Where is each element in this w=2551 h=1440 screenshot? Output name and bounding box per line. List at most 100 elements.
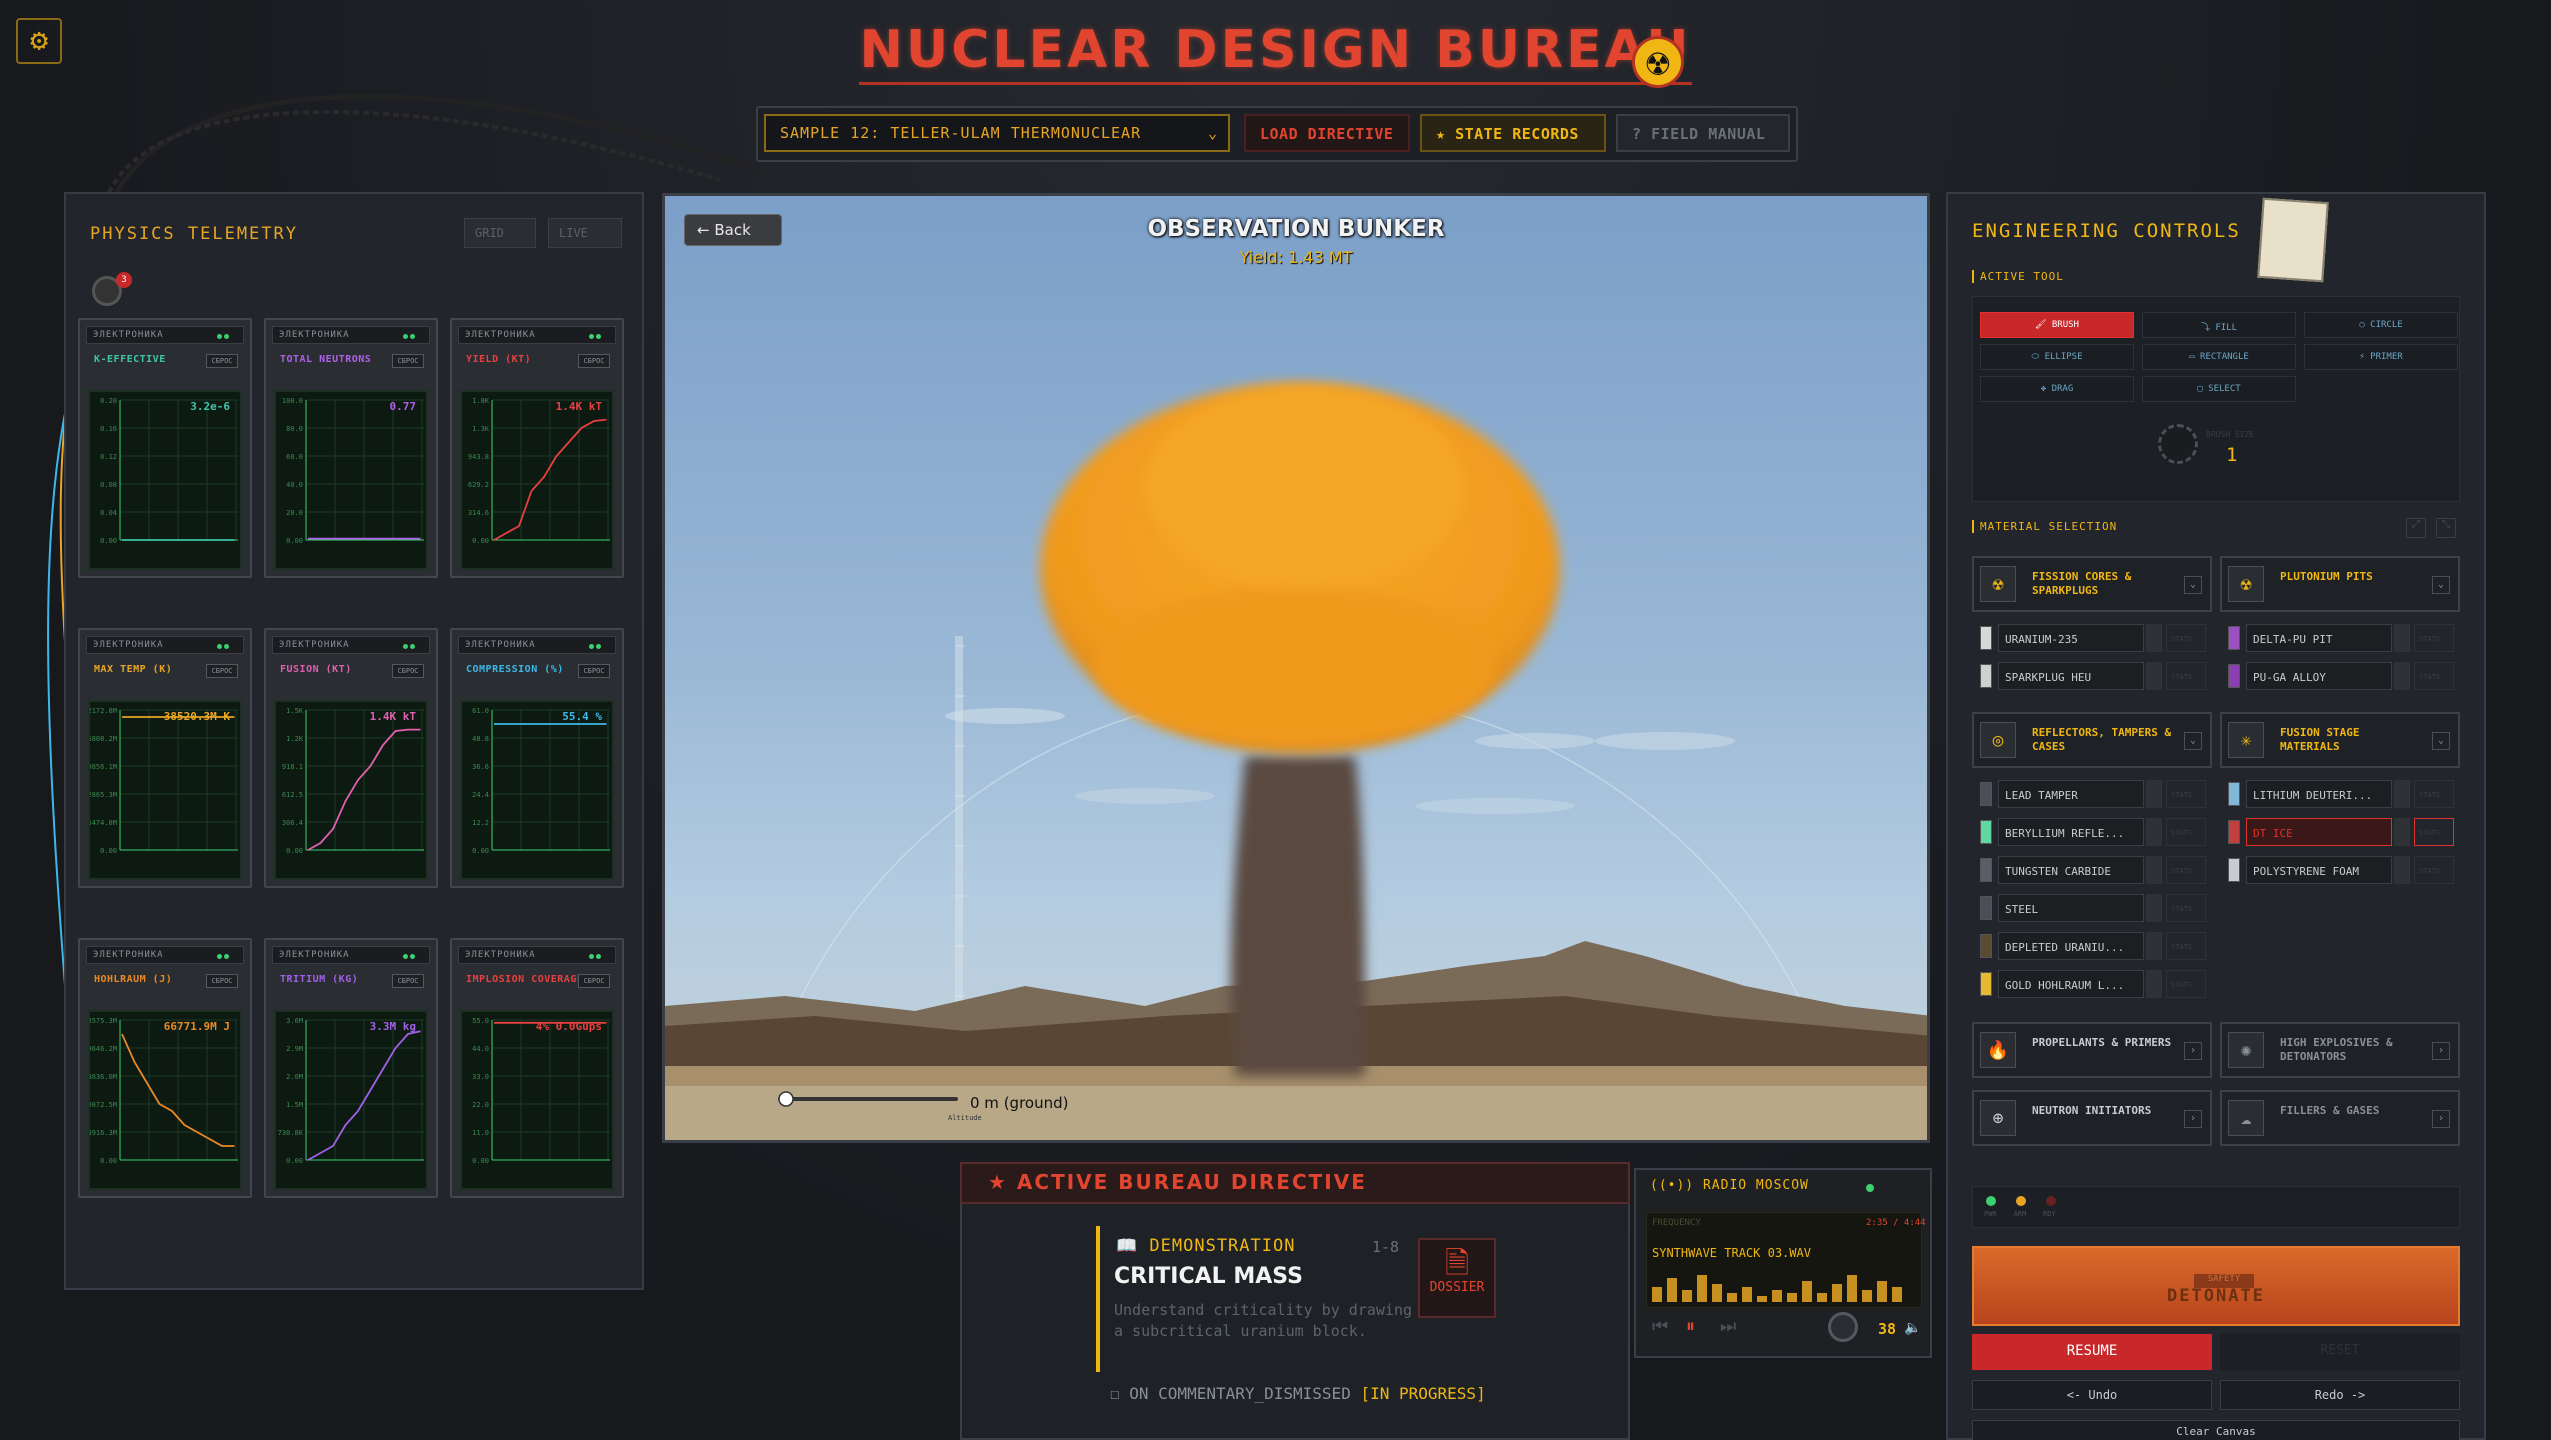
- telemetry-title: PHYSICS TELEMETRY: [90, 224, 298, 244]
- card-clear-button[interactable]: СБРОС: [578, 974, 610, 988]
- category-initiators[interactable]: ⊕ NEUTRON INITIATORS ›: [1972, 1090, 2212, 1146]
- material-item[interactable]: DT ICE STATS: [2220, 814, 2460, 848]
- chevron-icon[interactable]: ⌄: [2184, 576, 2202, 594]
- material-toggle[interactable]: [2146, 970, 2162, 998]
- chevron-icon[interactable]: ›: [2184, 1110, 2202, 1128]
- material-toggle[interactable]: [2146, 856, 2162, 884]
- telemetry-card: ЭЛЕКТРОНИКА TOTAL NEUTRONS СБРОС 100.0 80.0 6…: [264, 318, 438, 578]
- volume-value: 38: [1878, 1320, 1897, 1338]
- redo-button[interactable]: Redo ->: [2220, 1380, 2460, 1410]
- category-plutonium[interactable]: ☢ PLUTONIUM PITS ⌄: [2220, 556, 2460, 612]
- card-label: TOTAL NEUTRONS: [280, 354, 372, 365]
- resume-button[interactable]: RESUME: [1972, 1334, 2212, 1370]
- category-fusion[interactable]: ✳ FUSION STAGE MATERIALS ⌄: [2220, 712, 2460, 768]
- volume-knob[interactable]: [1828, 1312, 1858, 1342]
- material-item[interactable]: DEPLETED URANIU... STATS: [1972, 928, 2212, 962]
- material-toggle[interactable]: [2146, 894, 2162, 922]
- card-clear-button[interactable]: СБРОС: [206, 354, 238, 368]
- card-plot: 3.6M 2.9M 2.0M 1.5M 730.8K 0.00: [278, 1017, 424, 1165]
- category-explosives[interactable]: ✺ HIGH EXPLOSIVES & DETONATORS ›: [2220, 1022, 2460, 1078]
- chevron-icon[interactable]: ⌄: [2184, 732, 2202, 750]
- brush-size-knob[interactable]: [2158, 424, 2198, 464]
- explosion-scene: [665, 383, 1927, 1140]
- card-clear-button[interactable]: СБРОС: [206, 974, 238, 988]
- material-item[interactable]: GOLD HOHLRAUM L... STATS: [1972, 966, 2212, 1000]
- category-reflectors[interactable]: ◎ REFLECTORS, TAMPERS & CASES ⌄: [1972, 712, 2212, 768]
- speaker-icon[interactable]: 🔈: [1904, 1320, 1921, 1336]
- material-toggle[interactable]: [2146, 780, 2162, 808]
- tool-fill[interactable]: ⤵ FILL: [2142, 312, 2296, 338]
- material-toggle[interactable]: [2394, 662, 2410, 690]
- tool-select[interactable]: ▢ SELECT: [2142, 376, 2296, 402]
- clear-canvas-button[interactable]: Clear Canvas: [1972, 1420, 2460, 1440]
- eq-bar: [1877, 1281, 1887, 1302]
- material-toggle[interactable]: [2394, 624, 2410, 652]
- material-item[interactable]: DELTA-PU PIT STATS: [2220, 620, 2460, 654]
- material-item[interactable]: SPARKPLUG HEU STATS: [1972, 658, 2212, 692]
- card-leds: [217, 642, 237, 649]
- chevron-icon[interactable]: ›: [2432, 1110, 2450, 1128]
- material-toggle[interactable]: [2146, 624, 2162, 652]
- material-item[interactable]: PU-GA ALLOY STATS: [2220, 658, 2460, 692]
- safety-cover[interactable]: SAFETY: [2194, 1274, 2254, 1288]
- tool-rectangle[interactable]: ▭ RECTANGLE: [2142, 344, 2296, 370]
- material-swatch: [1980, 934, 1992, 958]
- chevron-icon[interactable]: ⌄: [2432, 576, 2450, 594]
- card-plot: 1.8K 1.3K 943.8 629.2 314.6 0.00: [468, 397, 610, 545]
- reset-button[interactable]: RESET: [2220, 1334, 2460, 1370]
- y-tick-label: 32172.8M: [90, 707, 117, 715]
- radio-equalizer: [1652, 1275, 1902, 1302]
- tool-icon: 🖌: [2035, 320, 2052, 330]
- y-tick-label: 1.5M: [286, 1101, 303, 1109]
- chevron-icon[interactable]: ›: [2184, 1042, 2202, 1060]
- material-item[interactable]: STEEL STATS: [1972, 890, 2212, 924]
- checkbox[interactable]: ☐: [1110, 1384, 1129, 1403]
- y-tick-label: 100.0: [282, 397, 303, 405]
- card-clear-button[interactable]: СБРОС: [392, 664, 424, 678]
- card-brand: ЭЛЕКТРОНИКА: [86, 636, 244, 654]
- collapse-icon[interactable]: ⤡: [2436, 518, 2456, 538]
- altitude-slider-thumb[interactable]: [778, 1091, 794, 1107]
- card-clear-button[interactable]: СБРОС: [392, 974, 424, 988]
- material-item[interactable]: LEAD TAMPER STATS: [1972, 776, 2212, 810]
- material-toggle[interactable]: [2146, 818, 2162, 846]
- card-clear-button[interactable]: СБРОС: [578, 664, 610, 678]
- expand-icon[interactable]: ⤢: [2406, 518, 2426, 538]
- material-item[interactable]: TUNGSTEN CARBIDE STATS: [1972, 852, 2212, 886]
- tool-drag[interactable]: ✥ DRAG: [1980, 376, 2134, 402]
- card-clear-button[interactable]: СБРОС: [578, 354, 610, 368]
- eq-bar: [1757, 1296, 1767, 1302]
- prev-icon[interactable]: ⏮: [1652, 1316, 1668, 1337]
- material-item[interactable]: URANIUM-235 STATS: [1972, 620, 2212, 654]
- material-toggle[interactable]: [2394, 780, 2410, 808]
- card-clear-button[interactable]: СБРОС: [392, 354, 424, 368]
- material-item[interactable]: BERYLLIUM REFLE... STATS: [1972, 814, 2212, 848]
- material-toggle[interactable]: [2146, 932, 2162, 960]
- live-toggle-button[interactable]: LIVE: [548, 218, 622, 248]
- chevron-icon[interactable]: ⌄: [2432, 732, 2450, 750]
- tool-circle[interactable]: ○ CIRCLE: [2304, 312, 2458, 338]
- undo-button[interactable]: <- Undo: [1972, 1380, 2212, 1410]
- material-swatch: [1980, 782, 1992, 806]
- material-toggle[interactable]: [2146, 662, 2162, 690]
- category-fission[interactable]: ☢ FISSION CORES & SPARKPLUGS ⌄: [1972, 556, 2212, 612]
- tool-primer[interactable]: ⚡ PRIMER: [2304, 344, 2458, 370]
- category-propellants[interactable]: 🔥 PROPELLANTS & PRIMERS ›: [1972, 1022, 2212, 1078]
- history-clipboard-icon[interactable]: [2257, 197, 2329, 283]
- pause-icon[interactable]: ⏸: [1686, 1316, 1695, 1337]
- telemetry-card: ЭЛЕКТРОНИКА FUSION (KT) СБРОС 1.5K 1.2K 918.1…: [264, 628, 438, 888]
- observation-bunker-view[interactable]: [662, 193, 1930, 1143]
- card-clear-button[interactable]: СБРОС: [206, 664, 238, 678]
- tool-ellipse[interactable]: ⬭ ELLIPSE: [1980, 344, 2134, 370]
- material-toggle[interactable]: [2394, 856, 2410, 884]
- tool-brush[interactable]: 🖌 BRUSH: [1980, 312, 2134, 338]
- grid-toggle-button[interactable]: GRID: [464, 218, 536, 248]
- material-item[interactable]: POLYSTYRENE FOAM STATS: [2220, 852, 2460, 886]
- material-item[interactable]: LITHIUM DEUTERI... STATS: [2220, 776, 2460, 810]
- material-toggle[interactable]: [2394, 818, 2410, 846]
- dossier-button[interactable]: 🗎 DOSSIER: [1418, 1238, 1496, 1318]
- chevron-icon[interactable]: ›: [2432, 1042, 2450, 1060]
- category-fillers[interactable]: ☁ FILLERS & GASES ›: [2220, 1090, 2460, 1146]
- tool-icon: ⚡: [2359, 352, 2371, 362]
- next-icon[interactable]: ⏭: [1720, 1316, 1736, 1337]
